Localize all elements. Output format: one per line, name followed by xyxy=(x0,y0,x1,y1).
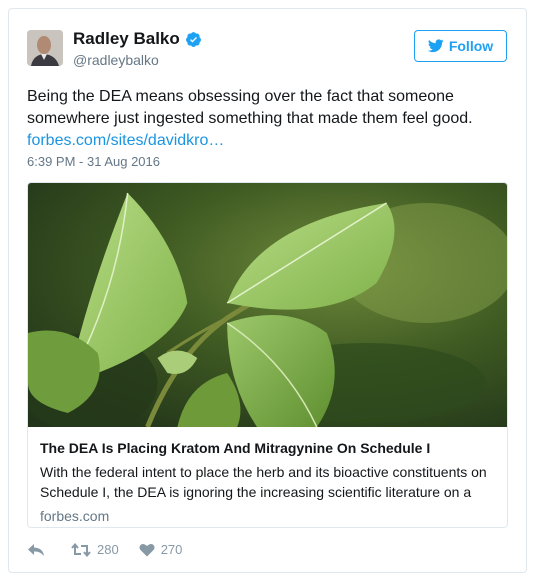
reply-button[interactable] xyxy=(27,543,51,557)
avatar[interactable] xyxy=(27,30,63,66)
author-handle[interactable]: @radleybalko xyxy=(73,52,159,68)
like-button[interactable]: 270 xyxy=(139,542,183,557)
follow-label: Follow xyxy=(448,38,494,54)
tweet-timestamp[interactable]: 6:39 PM - 31 Aug 2016 xyxy=(27,154,160,169)
tweet-text: Being the DEA means obsessing over the f… xyxy=(27,86,517,152)
tweet-link[interactable]: forbes.com/sites/davidkro… xyxy=(27,132,224,149)
follow-button[interactable]: Follow xyxy=(414,30,507,62)
twitter-bird-icon xyxy=(427,39,444,53)
retweet-icon xyxy=(71,542,91,557)
author-name-row: Radley Balko xyxy=(73,29,202,49)
tweet-actions: 280 270 xyxy=(27,542,202,557)
heart-icon xyxy=(139,543,155,556)
retweet-count: 280 xyxy=(97,542,119,557)
reply-icon xyxy=(28,543,44,556)
link-card[interactable]: The DEA Is Placing Kratom And Mitragynin… xyxy=(27,182,508,528)
author-name[interactable]: Radley Balko xyxy=(73,29,180,49)
card-domain: forbes.com xyxy=(40,508,110,524)
like-count: 270 xyxy=(160,542,183,557)
card-title: The DEA Is Placing Kratom And Mitragynin… xyxy=(40,440,431,456)
tweet-card: Radley Balko @radleybalko Follow Being t… xyxy=(8,8,527,573)
card-body: The DEA Is Placing Kratom And Mitragynin… xyxy=(28,439,507,524)
verified-badge-icon xyxy=(185,31,202,48)
card-description: With the federal intent to place the her… xyxy=(40,464,487,500)
tweet-body: Being the DEA means obsessing over the f… xyxy=(27,88,473,127)
card-image xyxy=(28,183,507,427)
retweet-button[interactable]: 280 xyxy=(71,542,119,557)
